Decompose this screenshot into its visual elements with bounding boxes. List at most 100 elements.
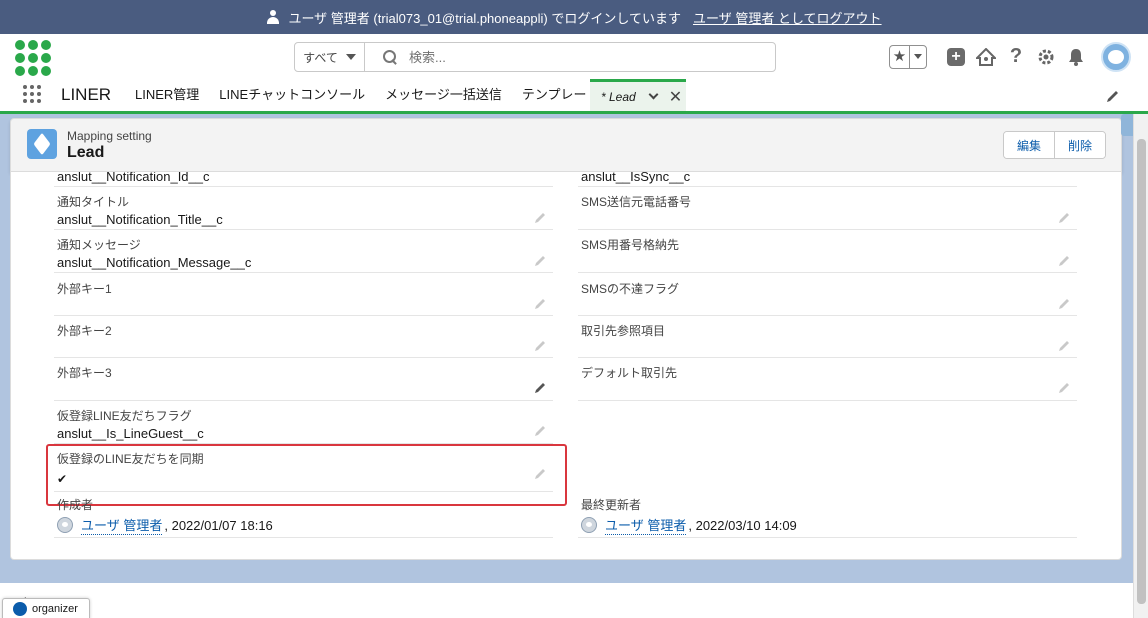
pencil-icon[interactable] [535, 254, 547, 266]
pencil-icon[interactable] [1059, 254, 1071, 266]
field-label: 作成者 [57, 498, 94, 512]
chevron-down-icon [345, 54, 356, 60]
login-as-text: ユーザ 管理者 (trial073_01@trial.phoneappli) で… [288, 10, 681, 26]
user-avatar[interactable] [1101, 41, 1131, 72]
login-banner: ユーザ 管理者 (trial073_01@trial.phoneappli) で… [0, 0, 1148, 34]
pencil-icon[interactable] [535, 424, 547, 436]
modified-by-value: ユーザ 管理者 , 2022/03/10 14:09 [581, 515, 797, 535]
nav-item-bulk-message[interactable]: メッセージ一括送信 [375, 79, 512, 111]
chevron-down-icon[interactable] [648, 89, 659, 100]
field-external-key-2: 外部キー2 [54, 316, 553, 358]
setup-button[interactable] [1036, 47, 1056, 67]
field-created-by: 作成者 ユーザ 管理者 , 2022/01/07 18:16 [54, 492, 553, 538]
trailhead-icon [976, 47, 996, 66]
field-sms-undelivered-flag: SMSの不達フラグ [578, 273, 1077, 316]
page-scrollbar[interactable] [1133, 114, 1148, 618]
field-value: anslut__Notification_Message__c [57, 255, 252, 270]
cube-icon [27, 129, 57, 159]
favorites-button[interactable]: ★ [889, 44, 927, 69]
global-actions-button[interactable]: + [946, 47, 966, 67]
pencil-icon[interactable] [1059, 211, 1071, 223]
favorites-dropdown[interactable] [910, 54, 926, 59]
help-icon[interactable]: ? [1006, 45, 1026, 67]
tab-lead[interactable]: * Lead ✕ [590, 79, 686, 111]
organizer-logo-icon [13, 602, 27, 616]
field-label: 仮登録LINE友だちフラグ [57, 409, 192, 423]
modified-date: , 2022/03/10 14:09 [688, 517, 797, 533]
field-value: anslut__Notification_Id__c [57, 172, 210, 184]
side-panel-tab[interactable] [1121, 114, 1133, 136]
field-label: 外部キー2 [57, 324, 112, 338]
nav-item-liner-admin[interactable]: LINER管理 [125, 79, 209, 111]
org-logo-icon[interactable] [15, 40, 51, 76]
edit-nav-pencil-icon[interactable] [1106, 89, 1120, 103]
field-label: 外部キー1 [57, 282, 112, 296]
related-section: ation [0, 583, 1133, 618]
field-label: 最終更新者 [581, 498, 642, 512]
pencil-icon[interactable] [535, 381, 547, 393]
field-is-line-guest: 仮登録LINE友だちフラグ anslut__Is_LineGuest__c [54, 401, 553, 444]
record-detail: anslut__Notification_Id__c 通知タイトル anslut… [10, 172, 1122, 560]
field-label: SMS用番号格納先 [581, 238, 680, 252]
trailhead-button[interactable] [976, 47, 996, 67]
field-label: 通知メッセージ [57, 238, 141, 252]
header-icons: ★ + ? [889, 34, 1148, 79]
field-notification-message: 通知メッセージ anslut__Notification_Message__c [54, 230, 553, 273]
tab-lead-label: * Lead [601, 89, 636, 104]
app-launcher-icon[interactable] [23, 85, 41, 103]
field-account-reference: 取引先参照項目 [578, 316, 1077, 358]
organizer-label: organizer [32, 603, 78, 615]
global-search: すべて [294, 42, 776, 72]
nav-items: LINER管理 LINEチャットコンソール メッセージ一括送信 テンプレート管理 [125, 79, 635, 111]
field-notification-id: anslut__Notification_Id__c [54, 172, 553, 187]
global-header: すべて ★ + ? [0, 34, 1148, 79]
field-value: anslut__Is_LineGuest__c [57, 426, 204, 441]
search-input[interactable] [409, 49, 775, 65]
edit-button[interactable]: 編集 [1003, 132, 1054, 158]
created-by-user-link[interactable]: ユーザ 管理者 [81, 515, 163, 535]
organizer-button[interactable]: organizer [2, 598, 90, 618]
pencil-icon[interactable] [535, 211, 547, 223]
field-sms-number-storage: SMS用番号格納先 [578, 230, 1077, 273]
app-navigation: LINER LINER管理 LINEチャットコンソール メッセージ一括送信 テン… [0, 79, 1148, 114]
search-scope-label: すべて [303, 50, 338, 65]
record-header: Mapping setting Lead 編集 削除 [10, 118, 1122, 172]
app-name: LINER [61, 85, 112, 104]
field-external-key-3: 外部キー3 [54, 358, 553, 401]
pencil-icon[interactable] [535, 339, 547, 351]
avatar-face-icon [1108, 49, 1124, 64]
notifications-button[interactable] [1066, 47, 1086, 67]
field-value: anslut__IsSync__c [581, 172, 691, 184]
pencil-icon[interactable] [1059, 381, 1071, 393]
plus-icon: + [947, 47, 965, 66]
chevron-down-icon [914, 54, 922, 59]
field-label: デフォルト取引先 [581, 366, 678, 380]
pencil-icon[interactable] [1059, 339, 1071, 351]
search-scope-dropdown[interactable]: すべて [295, 43, 365, 71]
pencil-icon[interactable] [535, 297, 547, 309]
search-icon [383, 50, 397, 64]
created-date: , 2022/01/07 18:16 [164, 517, 273, 533]
nav-item-line-chat-console[interactable]: LINEチャットコンソール [209, 79, 375, 111]
delete-button[interactable]: 削除 [1053, 132, 1105, 158]
pencil-icon[interactable] [1059, 297, 1071, 309]
created-by-value: ユーザ 管理者 , 2022/01/07 18:16 [57, 515, 273, 535]
bell-icon [1069, 48, 1083, 66]
field-label: 通知タイトル [57, 195, 130, 209]
field-external-key-1: 外部キー1 [54, 273, 553, 316]
user-avatar-icon [581, 517, 597, 533]
user-icon [266, 10, 280, 24]
field-value: anslut__Notification_Title__c [57, 212, 223, 227]
field-label: 外部キー3 [57, 366, 112, 380]
field-label: 取引先参照項目 [581, 324, 666, 338]
star-icon[interactable]: ★ [890, 45, 910, 68]
record-title: Lead [67, 144, 105, 161]
field-last-modified-by: 最終更新者 ユーザ 管理者 , 2022/03/10 14:09 [578, 492, 1077, 538]
close-icon[interactable]: ✕ [669, 87, 682, 107]
field-default-account: デフォルト取引先 [578, 358, 1077, 401]
logout-link[interactable]: ユーザ 管理者 としてログアウト [693, 8, 882, 27]
user-avatar-icon [57, 517, 73, 533]
scrollbar-thumb[interactable] [1137, 139, 1146, 604]
modified-by-user-link[interactable]: ユーザ 管理者 [605, 515, 687, 535]
object-label: Mapping setting [67, 129, 152, 143]
